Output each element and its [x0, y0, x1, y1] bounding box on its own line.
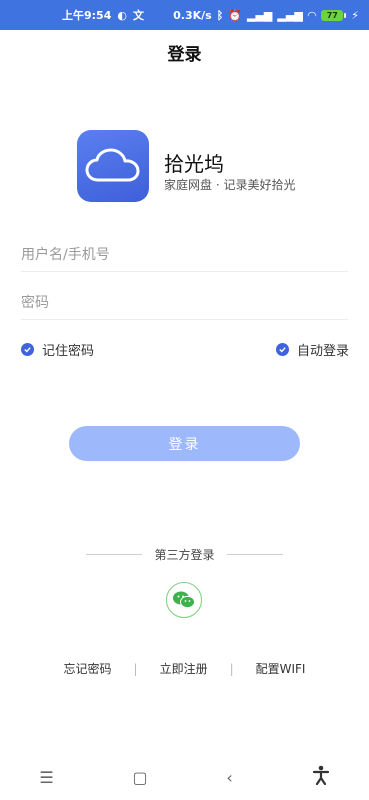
network-speed: 0.3K/s — [173, 8, 212, 22]
accessibility-icon[interactable] — [312, 765, 330, 789]
cloud-icon — [85, 148, 140, 182]
check-icon — [275, 343, 289, 356]
page-title: 登录 — [167, 45, 202, 65]
check-icon — [21, 343, 34, 356]
register-link[interactable]: 立即注册 — [138, 660, 230, 677]
login-button[interactable]: 登录 — [69, 426, 300, 461]
home-icon[interactable]: ▢ — [133, 768, 148, 787]
bluetooth-icon: ᛒ — [216, 8, 224, 22]
remember-password-checkbox[interactable]: 记住密码 — [21, 340, 94, 359]
divider-line — [86, 554, 143, 555]
status-bar: 上午9:54 ◐ 文 0.3K/s ᛒ ⏰ ▂▄▆ ▂▄▆ ◠ 77 ⚡ — [0, 0, 369, 30]
third-party-divider: 第三方登录 — [0, 546, 369, 563]
auto-login-checkbox[interactable]: 自动登录 — [275, 340, 349, 359]
menu-icon[interactable]: ☰ — [39, 768, 53, 787]
username-input[interactable] — [21, 238, 348, 272]
forgot-password-link[interactable]: 忘记密码 — [42, 660, 134, 677]
remember-password-label: 记住密码 — [42, 344, 95, 359]
bottom-links: 忘记密码 | 立即注册 | 配置WIFI — [0, 660, 369, 677]
translate-icon: 文 — [132, 8, 144, 22]
status-time: 上午9:54 — [62, 9, 112, 22]
app-logo — [77, 130, 149, 202]
app-name: 拾光坞 — [164, 152, 224, 176]
divider-line — [226, 554, 283, 555]
third-party-title: 第三方登录 — [154, 548, 215, 562]
wechat-icon — [173, 591, 195, 609]
wechat-login-button[interactable] — [166, 582, 202, 618]
charging-icon: ⚡ — [351, 8, 359, 22]
alarm-icon: ⏰ — [228, 8, 243, 22]
notification-icon: ◐ — [117, 8, 127, 22]
configure-wifi-link[interactable]: 配置WIFI — [234, 660, 328, 677]
wifi-icon: ◠ — [307, 8, 317, 22]
system-nav-bar: ☰ ▢ ‹ — [0, 754, 369, 800]
battery-level: 77 — [321, 9, 344, 21]
auto-login-label: 自动登录 — [296, 344, 349, 359]
battery-icon: 77 — [321, 9, 347, 21]
signal-hd-icon: ▂▄▆ — [247, 8, 273, 22]
app-slogan: 家庭网盘 · 记录美好拾光 — [164, 178, 296, 192]
password-input[interactable] — [21, 286, 348, 320]
back-icon[interactable]: ‹ — [226, 768, 232, 787]
signal-hd-icon-2: ▂▄▆ — [277, 8, 303, 22]
